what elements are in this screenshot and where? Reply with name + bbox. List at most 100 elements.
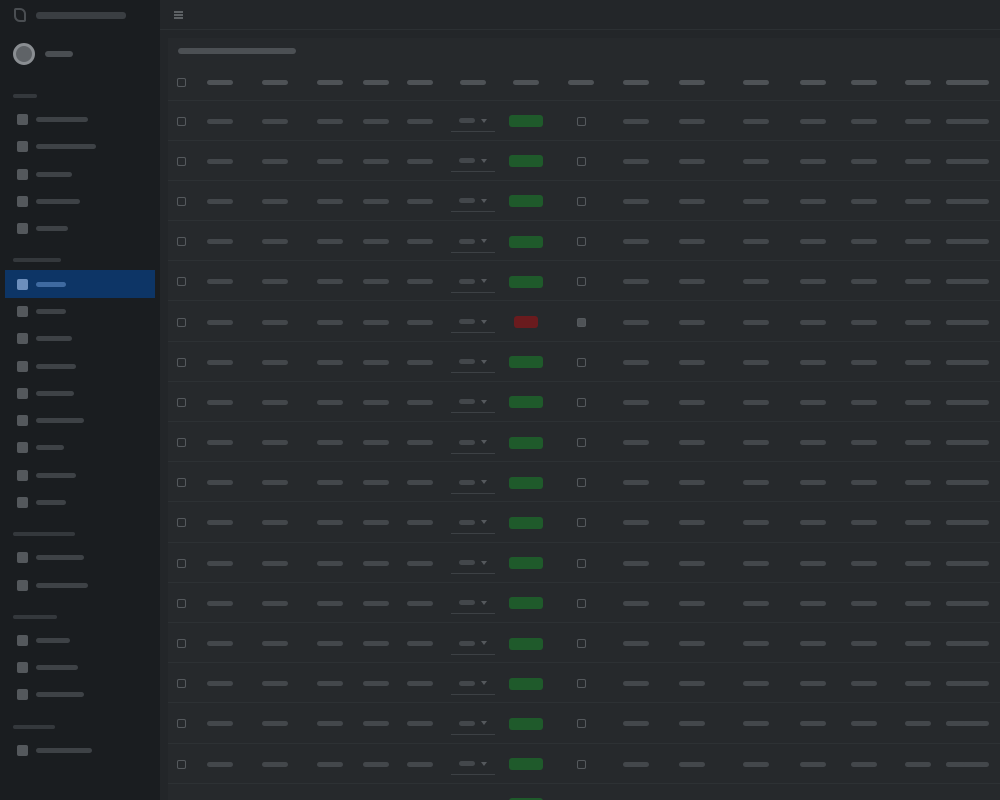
table-cell — [788, 743, 838, 784]
sidebar-item[interactable] — [0, 352, 160, 379]
row-flag-checkbox[interactable] — [576, 719, 586, 729]
row-select-checkbox[interactable] — [176, 317, 186, 327]
menu-icon[interactable] — [174, 10, 183, 19]
table-row[interactable] — [168, 220, 1000, 262]
row-select-checkbox[interactable] — [176, 196, 186, 206]
sidebar-item[interactable] — [0, 106, 160, 133]
table-row[interactable] — [168, 743, 1000, 784]
row-status-select[interactable] — [451, 552, 495, 575]
sidebar-item[interactable] — [0, 188, 160, 215]
row-flag-checkbox[interactable] — [576, 438, 586, 448]
row-flag-checkbox[interactable] — [576, 317, 586, 327]
row-flag-checkbox[interactable] — [576, 196, 586, 206]
row-select-checkbox[interactable] — [176, 558, 186, 568]
row-flag-checkbox[interactable] — [576, 679, 586, 689]
row-status-select[interactable] — [451, 592, 495, 615]
table-row[interactable] — [168, 542, 1000, 583]
table-row[interactable] — [168, 622, 1000, 664]
sidebar-item[interactable] — [0, 654, 160, 681]
row-flag-checkbox[interactable] — [576, 639, 586, 649]
row-select-checkbox[interactable] — [176, 237, 186, 247]
row-select-checkbox[interactable] — [176, 156, 186, 166]
table-row[interactable] — [168, 582, 1000, 623]
sidebar-item[interactable] — [0, 544, 160, 571]
row-status-select[interactable] — [451, 673, 495, 695]
sidebar-item[interactable] — [0, 407, 160, 434]
table-row[interactable] — [168, 421, 1000, 463]
row-select-checkbox[interactable] — [176, 438, 186, 448]
table-row[interactable] — [168, 140, 1000, 181]
table-row[interactable] — [168, 180, 1000, 222]
row-status-select[interactable] — [451, 271, 495, 293]
row-select-checkbox[interactable] — [176, 719, 186, 729]
row-status-select[interactable] — [451, 512, 495, 534]
table-cell — [724, 341, 788, 382]
row-status-select[interactable] — [451, 351, 495, 374]
sidebar-item[interactable] — [0, 489, 160, 516]
sidebar-item[interactable] — [5, 270, 155, 298]
row-flag-checkbox[interactable] — [576, 237, 586, 247]
row-flag-checkbox[interactable] — [576, 357, 586, 367]
sidebar-item[interactable] — [0, 434, 160, 461]
row-status-select[interactable] — [451, 793, 495, 800]
row-status-select[interactable] — [451, 432, 495, 454]
row-flag-checkbox[interactable] — [576, 116, 586, 126]
sidebar-brand[interactable] — [0, 0, 160, 30]
sidebar-item[interactable] — [0, 133, 160, 160]
table-row[interactable] — [168, 100, 1000, 141]
table-cell — [356, 140, 396, 181]
row-select-checkbox[interactable] — [176, 759, 186, 769]
row-select-checkbox[interactable] — [176, 397, 186, 407]
sidebar-item[interactable] — [0, 298, 160, 325]
row-select-checkbox[interactable] — [176, 598, 186, 608]
row-select-checkbox[interactable] — [176, 518, 186, 528]
row-status-select[interactable] — [451, 472, 495, 494]
row-status-select[interactable] — [451, 150, 495, 173]
row-flag-checkbox[interactable] — [576, 478, 586, 488]
row-select-checkbox[interactable] — [176, 357, 186, 367]
sidebar-user[interactable] — [0, 30, 160, 78]
row-flag-checkbox[interactable] — [576, 397, 586, 407]
row-status-select[interactable] — [451, 110, 495, 133]
select-all-checkbox[interactable] — [176, 78, 186, 88]
table-row[interactable] — [168, 341, 1000, 382]
row-flag-checkbox[interactable] — [576, 156, 586, 166]
row-flag-checkbox[interactable] — [576, 518, 586, 528]
row-select-checkbox[interactable] — [176, 639, 186, 649]
row-status-select[interactable] — [451, 311, 495, 334]
sidebar-item[interactable] — [0, 462, 160, 489]
row-status-select[interactable] — [451, 231, 495, 253]
table-row[interactable] — [168, 501, 1000, 543]
cell-placeholder — [743, 721, 769, 727]
row-status-select[interactable] — [451, 633, 495, 655]
table-row[interactable] — [168, 381, 1000, 423]
row-select-checkbox[interactable] — [176, 277, 186, 287]
sidebar-item[interactable] — [0, 571, 160, 598]
row-flag-checkbox[interactable] — [576, 277, 586, 287]
table-row[interactable] — [168, 461, 1000, 503]
table-row[interactable] — [168, 260, 1000, 302]
row-flag-checkbox[interactable] — [576, 558, 586, 568]
table-row[interactable] — [168, 300, 1000, 342]
sidebar-item[interactable] — [0, 215, 160, 242]
row-status-select[interactable] — [451, 713, 495, 735]
sidebar-item[interactable] — [0, 627, 160, 654]
row-status-select[interactable] — [451, 391, 495, 414]
row-status-select[interactable] — [451, 190, 495, 213]
row-select-checkbox[interactable] — [176, 679, 186, 689]
row-status-select[interactable] — [451, 753, 495, 776]
sidebar-item[interactable] — [0, 737, 160, 764]
sidebar-item[interactable] — [0, 681, 160, 708]
cell-placeholder — [905, 560, 931, 566]
sidebar-item[interactable] — [0, 161, 160, 188]
sidebar-item[interactable] — [0, 380, 160, 407]
row-select-checkbox[interactable] — [176, 116, 186, 126]
table-row[interactable] — [168, 662, 1000, 704]
row-flag-checkbox[interactable] — [576, 598, 586, 608]
select-all-header[interactable] — [168, 64, 194, 101]
table-row[interactable] — [168, 702, 1000, 744]
table-row[interactable] — [168, 783, 1000, 800]
row-select-checkbox[interactable] — [176, 478, 186, 488]
sidebar-item[interactable] — [0, 325, 160, 352]
row-flag-checkbox[interactable] — [576, 759, 586, 769]
